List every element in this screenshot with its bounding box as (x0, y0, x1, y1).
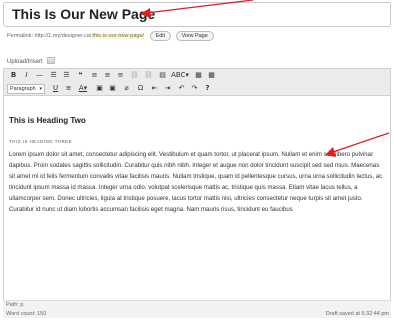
word-count: Word count: 150 (6, 311, 47, 317)
permalink-row: Permalink: http://1.my/designer.ca/this-… (7, 31, 214, 43)
add-media-icon[interactable] (47, 57, 56, 64)
align-left-button[interactable]: ≡ (89, 71, 100, 80)
underline-button[interactable]: U (50, 84, 61, 93)
remove-format-button[interactable]: ⌀ (121, 84, 132, 93)
body-paragraph: Lorem ipsum dolor sit amet, consectetur … (9, 151, 383, 213)
spellcheck-button[interactable]: ABC▾ (170, 71, 190, 80)
text-color-button[interactable]: A▾ (76, 84, 90, 93)
align-right-button[interactable]: ≡ (115, 71, 126, 80)
chevron-down-icon: ▾ (39, 86, 42, 92)
redo-button[interactable]: ↷ (189, 84, 200, 93)
permalink-label: Permalink: http://1.my/designer.ca/ (7, 33, 92, 39)
format-select[interactable]: Paragraph ▾ (7, 84, 45, 94)
insert-more-button[interactable]: ▤ (157, 71, 168, 80)
strikethrough-button[interactable]: — (34, 71, 45, 80)
fullscreen-button[interactable]: ▦ (193, 71, 204, 80)
post-title-text: This Is Our New Page (12, 6, 156, 22)
insert-link-button[interactable]: ⛓ (129, 71, 140, 80)
numbered-list-button[interactable]: ☰ (61, 71, 72, 80)
outdent-button[interactable]: ⇤ (149, 84, 160, 93)
bold-button[interactable]: B (8, 71, 19, 80)
undo-button[interactable]: ↶ (176, 84, 187, 93)
draft-saved-status: Draft saved at 6:32:44 pm (325, 311, 389, 317)
italic-button[interactable]: I (21, 71, 32, 80)
upload-insert-bar: Upload/Insert (7, 57, 56, 65)
bullet-list-button[interactable]: ☰ (48, 71, 59, 80)
element-path: Path: p (6, 302, 24, 308)
editor-toolbar-row-2: Paragraph ▾ U ≡ A▾ ▣ ▣ ⌀ Ω ⇤ ⇥ ↶ ↷ ? (4, 82, 390, 96)
edit-permalink-button[interactable]: Edit (149, 31, 172, 41)
editor-toolbar-row-1: B I — ☰ ☰ ❝ ≡ ≡ ≡ ⛓ ⛓ ▤ ABC▾ ▦ ▦ (4, 69, 390, 82)
special-character-button[interactable]: Ω (135, 84, 146, 93)
align-center-button[interactable]: ≡ (102, 71, 113, 80)
indent-button[interactable]: ⇥ (162, 84, 173, 93)
unlink-button[interactable]: ⛓ (143, 71, 154, 80)
help-button[interactable]: ? (202, 84, 213, 93)
heading-two: This is Heading Two (9, 116, 86, 125)
heading-three: THIS IS HEADING THREE (9, 139, 73, 144)
justify-button[interactable]: ≡ (63, 84, 74, 93)
format-select-value: Paragraph (10, 86, 36, 92)
permalink-slug[interactable]: this-is-our-new-page/ (91, 33, 146, 39)
kitchen-sink-button[interactable]: ▦ (206, 71, 217, 80)
paste-word-button[interactable]: ▣ (107, 84, 118, 93)
view-page-button[interactable]: View Page (175, 31, 214, 41)
post-title-input[interactable]: This Is Our New Page (3, 2, 391, 27)
paste-text-button[interactable]: ▣ (94, 84, 105, 93)
blockquote-button[interactable]: ❝ (75, 71, 86, 80)
upload-insert-label: Upload/Insert (7, 59, 43, 65)
